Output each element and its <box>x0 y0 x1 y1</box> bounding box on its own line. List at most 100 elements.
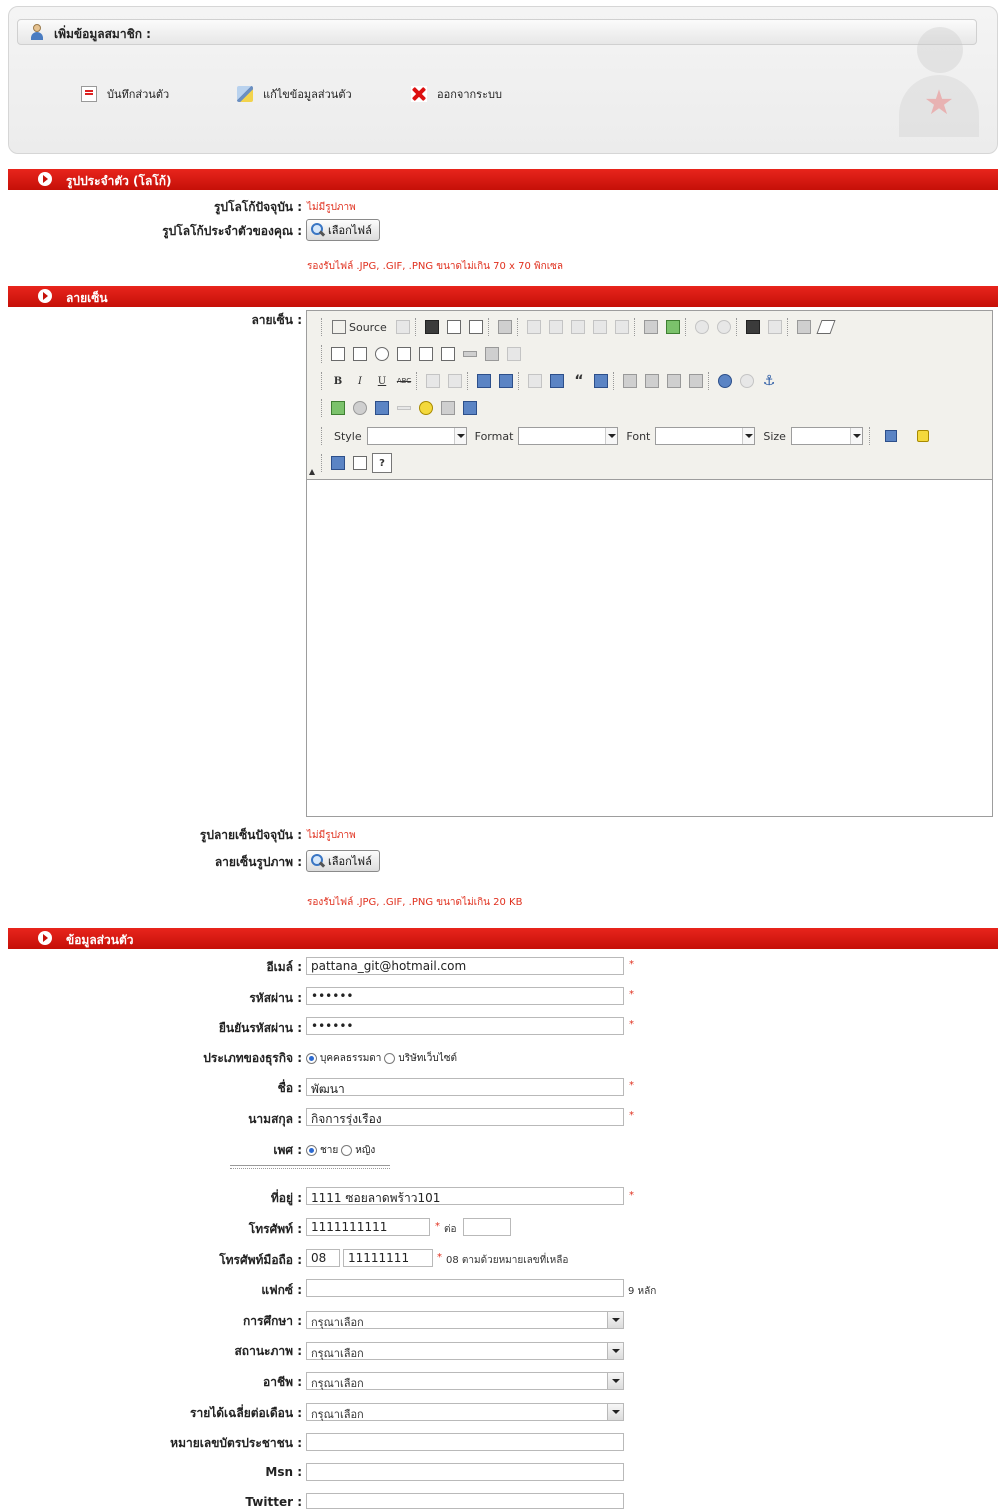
image-button-icon[interactable] <box>482 344 502 364</box>
business-type-radio-person[interactable] <box>306 1053 317 1064</box>
table-icon[interactable] <box>372 398 392 418</box>
marital-select[interactable]: กรุณาเลือก <box>306 1342 624 1360</box>
signature-choose-file-button[interactable]: เลือกไฟล์ <box>306 850 380 872</box>
align-center-icon[interactable] <box>642 371 662 391</box>
save-icon[interactable] <box>422 317 442 337</box>
maximize-icon[interactable] <box>328 453 348 473</box>
edit-personal-link[interactable]: แก้ไขข้อมูลส่วนตัว <box>237 85 352 103</box>
redo-icon[interactable] <box>714 317 734 337</box>
button-field-icon[interactable] <box>460 344 480 364</box>
signature-upload-label: ลายเซ็นรูปภาพ : <box>214 855 302 869</box>
print-icon[interactable] <box>641 317 661 337</box>
align-justify-icon[interactable] <box>686 371 706 391</box>
italic-icon[interactable]: I <box>350 371 370 391</box>
text-color-icon[interactable] <box>876 426 906 446</box>
paste-icon[interactable] <box>393 317 413 337</box>
horizontal-rule-icon[interactable] <box>394 398 414 418</box>
format-combo[interactable] <box>518 427 619 445</box>
phone-ext-label: ต่อ <box>444 1224 457 1235</box>
size-combo[interactable] <box>790 427 863 445</box>
last-name-field[interactable]: กิจการรุ่งเรือง <box>306 1108 624 1126</box>
msn-field[interactable] <box>306 1463 624 1481</box>
spellcheck-icon[interactable] <box>663 317 683 337</box>
id-card-field[interactable] <box>306 1433 624 1451</box>
replace-icon[interactable] <box>765 317 785 337</box>
underline-icon[interactable]: U <box>372 371 392 391</box>
subscript-icon[interactable] <box>423 371 443 391</box>
required-mark: * <box>629 1019 634 1030</box>
collapse-toolbar-icon[interactable] <box>309 469 315 475</box>
unlink-icon[interactable] <box>737 371 757 391</box>
cut-icon[interactable] <box>524 317 544 337</box>
select-all-icon[interactable] <box>794 317 814 337</box>
find-icon[interactable] <box>743 317 763 337</box>
textarea-icon[interactable] <box>416 344 436 364</box>
image-icon[interactable] <box>328 398 348 418</box>
address-field[interactable]: 1111 ซอยลาดพร้าว101 <box>306 1187 624 1205</box>
rich-text-editor[interactable]: Source B I U ABC “ ⚓ Style Format Font S… <box>306 310 993 817</box>
align-right-icon[interactable] <box>664 371 684 391</box>
bg-color-icon[interactable] <box>908 426 938 446</box>
radio-icon[interactable] <box>372 344 392 364</box>
align-left-icon[interactable] <box>620 371 640 391</box>
numbered-list-icon[interactable] <box>474 371 494 391</box>
business-type-radio-company[interactable] <box>384 1053 396 1064</box>
mobile-field[interactable]: 11111111 <box>343 1249 433 1267</box>
textfield-icon[interactable] <box>394 344 414 364</box>
div-icon[interactable] <box>591 371 611 391</box>
income-select[interactable]: กรุณาเลือก <box>306 1403 624 1421</box>
template-icon[interactable] <box>495 317 515 337</box>
paste-word-icon[interactable] <box>590 317 610 337</box>
new-page-icon[interactable] <box>444 317 464 337</box>
save-personal-link[interactable]: บันทึกส่วนตัว <box>81 85 169 103</box>
bold-icon[interactable]: B <box>328 371 348 391</box>
paste-special-icon[interactable] <box>612 317 632 337</box>
gender-radio-male[interactable] <box>306 1145 317 1156</box>
superscript-icon[interactable] <box>445 371 465 391</box>
education-select[interactable]: กรุณาเลือก <box>306 1311 624 1329</box>
bulleted-list-icon[interactable] <box>496 371 516 391</box>
checkbox-icon[interactable] <box>350 344 370 364</box>
phone-field[interactable]: 1111111111 <box>306 1218 430 1236</box>
editor-toolbar-row-3: B I U ABC “ ⚓ <box>321 369 779 393</box>
show-blocks-icon[interactable] <box>350 453 370 473</box>
source-button[interactable]: Source <box>328 317 391 337</box>
hidden-field-icon[interactable] <box>504 344 524 364</box>
link-icon[interactable] <box>715 371 735 391</box>
indent-icon[interactable] <box>547 371 567 391</box>
font-combo[interactable] <box>655 427 756 445</box>
gender-radio-female[interactable] <box>341 1145 353 1156</box>
special-char-icon[interactable] <box>438 398 458 418</box>
style-combo[interactable] <box>366 427 467 445</box>
flash-icon[interactable] <box>350 398 370 418</box>
copy-icon[interactable] <box>546 317 566 337</box>
select-field-icon[interactable] <box>438 344 458 364</box>
email-field[interactable]: pattana_git@hotmail.com <box>306 957 624 975</box>
logout-link[interactable]: ออกจากระบบ <box>411 85 502 103</box>
undo-icon[interactable] <box>692 317 712 337</box>
twitter-field[interactable] <box>306 1493 624 1509</box>
mobile-prefix-field[interactable]: 08 <box>306 1249 340 1267</box>
anchor-icon[interactable]: ⚓ <box>759 371 779 391</box>
fax-field[interactable] <box>306 1279 624 1297</box>
chevron-down-icon <box>607 1312 623 1328</box>
form-icon[interactable] <box>328 344 348 364</box>
editor-toolbar-row-1: Source <box>321 315 836 339</box>
preview-icon[interactable] <box>466 317 486 337</box>
logo-choose-file-button[interactable]: เลือกไฟล์ <box>306 219 380 241</box>
first-name-field[interactable]: พัฒนา <box>306 1078 624 1096</box>
education-selected-value: กรุณาเลือก <box>311 1316 364 1329</box>
page-break-icon[interactable] <box>460 398 480 418</box>
help-icon[interactable]: ? <box>372 453 392 473</box>
outdent-icon[interactable] <box>525 371 545 391</box>
strike-icon[interactable]: ABC <box>394 371 414 391</box>
paste-text-icon[interactable] <box>568 317 588 337</box>
remove-format-icon[interactable] <box>816 317 836 337</box>
occupation-select[interactable]: กรุณาเลือก <box>306 1372 624 1390</box>
confirm-password-field[interactable]: •••••• <box>306 1017 624 1035</box>
phone-ext-field[interactable] <box>463 1218 511 1236</box>
password-field[interactable]: •••••• <box>306 987 624 1005</box>
blockquote-icon[interactable]: “ <box>569 371 589 391</box>
smiley-icon[interactable] <box>416 398 436 418</box>
editor-content-area[interactable] <box>307 479 992 816</box>
